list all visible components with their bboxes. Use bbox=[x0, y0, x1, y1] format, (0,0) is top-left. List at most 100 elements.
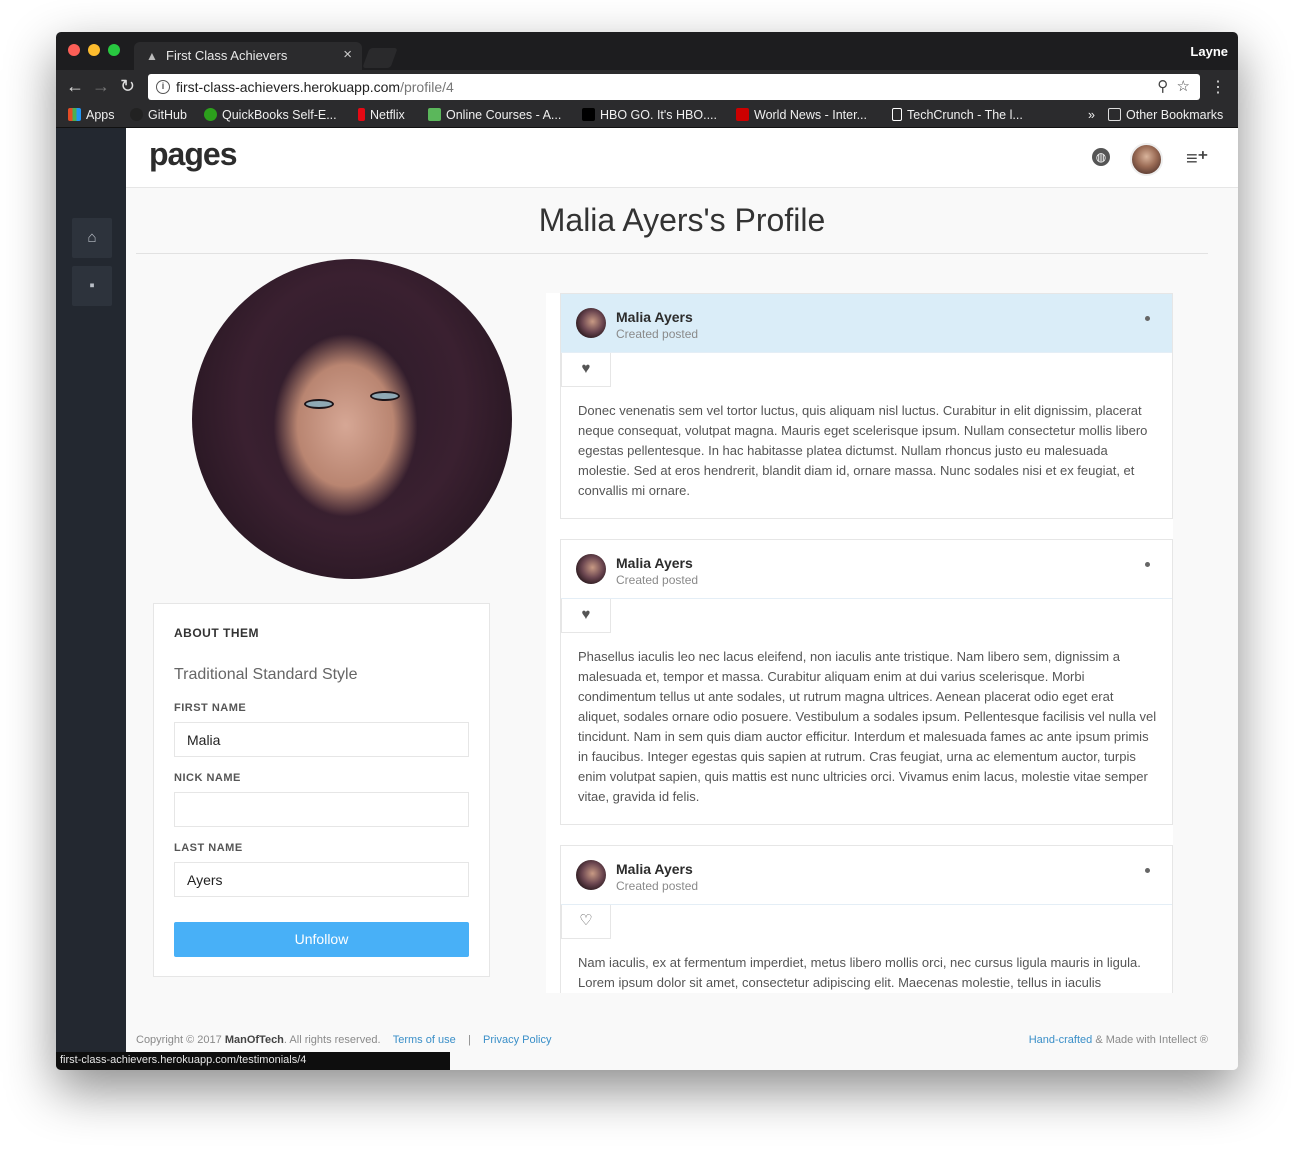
first-name-field[interactable]: Malia bbox=[174, 722, 469, 757]
unfollow-button[interactable]: Unfollow bbox=[174, 922, 469, 957]
post-options-icon[interactable] bbox=[1145, 868, 1150, 873]
about-subtitle: Traditional Standard Style bbox=[174, 666, 358, 683]
bookmark-label: Online Courses - A... bbox=[446, 108, 562, 122]
about-card: ABOUT THEM Traditional Standard Style FI… bbox=[153, 603, 490, 977]
reload-icon[interactable]: ↻ bbox=[120, 77, 135, 95]
tab-title: First Class Achievers bbox=[166, 48, 288, 63]
bookmark-world-news[interactable]: World News - Inter... bbox=[736, 108, 867, 122]
url-text[interactable]: first-class-achievers.herokuapp.com/prof… bbox=[176, 79, 454, 95]
post-feed: Malia Ayers Created posted ♥ Donec venen… bbox=[546, 293, 1173, 993]
star-icon[interactable]: ☆ bbox=[1177, 78, 1190, 95]
bookmark-apps[interactable]: Apps bbox=[68, 108, 115, 122]
omnibox-icons: ⚲ ☆ bbox=[1157, 77, 1190, 95]
post-meta: Created posted bbox=[616, 573, 699, 587]
bookmark-quickbooks[interactable]: QuickBooks Self-E... bbox=[204, 108, 337, 122]
footer-separator: | bbox=[467, 1034, 471, 1046]
paintbrush-icon[interactable]: ⚲ bbox=[1157, 78, 1168, 95]
post-header[interactable]: Malia Ayers Created posted bbox=[561, 294, 1172, 353]
apps-grid-icon bbox=[68, 108, 81, 121]
browser-profile-name[interactable]: Layne bbox=[1190, 44, 1228, 59]
last-name-label: LAST NAME bbox=[174, 842, 243, 854]
post-body: Phasellus iaculis leo nec lacus eleifend… bbox=[578, 649, 1157, 804]
post-meta: Created posted bbox=[616, 879, 699, 893]
bookmark-github[interactable]: GitHub bbox=[130, 108, 187, 122]
github-icon bbox=[130, 108, 143, 121]
new-tab-button[interactable] bbox=[362, 48, 398, 68]
about-heading: ABOUT THEM bbox=[174, 626, 259, 640]
chat-icon[interactable]: ▪ bbox=[72, 266, 112, 306]
address-bar[interactable]: i first-class-achievers.herokuapp.com/pr… bbox=[148, 74, 1200, 100]
bookmark-hbo[interactable]: HBO GO. It's HBO.... bbox=[582, 108, 717, 122]
company-name: ManOfTech bbox=[224, 1034, 284, 1046]
crafted-text: & Made with Intellect ® bbox=[1095, 1034, 1208, 1046]
photo-detail bbox=[370, 391, 400, 401]
heart-icon[interactable]: ♥ bbox=[561, 599, 611, 633]
info-icon[interactable]: i bbox=[156, 80, 170, 94]
bookmark-netflix[interactable]: Netflix bbox=[358, 108, 405, 122]
add-list-icon[interactable]: ≡⁺ bbox=[1186, 146, 1208, 171]
post-header[interactable]: Malia Ayers Created posted bbox=[561, 540, 1172, 599]
browser-toolbar: ← → ↻ i first-class-achievers.herokuapp.… bbox=[56, 70, 1238, 104]
sidebar: ⌂ ▪ bbox=[56, 128, 126, 1070]
bookmark-label: Netflix bbox=[370, 108, 405, 122]
browser-tab[interactable]: ▲ First Class Achievers × bbox=[134, 42, 362, 70]
heart-icon[interactable]: ♥ bbox=[561, 353, 611, 387]
home-icon[interactable]: ⌂ bbox=[72, 218, 112, 258]
minimize-window-button[interactable] bbox=[88, 44, 100, 56]
post-options-icon[interactable] bbox=[1145, 316, 1150, 321]
bookmark-label: GitHub bbox=[148, 108, 187, 122]
avatar[interactable] bbox=[576, 860, 606, 890]
hand-crafted-link[interactable]: Hand-crafted bbox=[1029, 1034, 1093, 1046]
post-author[interactable]: Malia Ayers bbox=[616, 555, 693, 571]
post-author[interactable]: Malia Ayers bbox=[616, 309, 693, 325]
globe-icon[interactable]: ◍ bbox=[1092, 148, 1110, 166]
browser-menu-icon[interactable]: ⋮ bbox=[1210, 77, 1226, 97]
document-icon bbox=[892, 108, 902, 121]
bookmark-label: Other Bookmarks bbox=[1126, 108, 1224, 122]
back-arrow-icon[interactable]: ← bbox=[66, 77, 84, 95]
post-body: Nam iaculis, ex at fermentum imperdiet, … bbox=[578, 955, 1141, 990]
privacy-link[interactable]: Privacy Policy bbox=[483, 1034, 551, 1046]
footer-right: Hand-crafted & Made with Intellect ® bbox=[1029, 1034, 1208, 1046]
url-host: first-class-achievers.herokuapp.com bbox=[176, 79, 401, 95]
copyright: Copyright © 2017 bbox=[136, 1034, 222, 1046]
bookmark-online-courses[interactable]: Online Courses - A... bbox=[428, 108, 561, 122]
profile-photo bbox=[192, 259, 512, 579]
hbo-icon bbox=[582, 108, 595, 121]
nick-name-label: NICK NAME bbox=[174, 772, 241, 784]
bookmark-label: World News - Inter... bbox=[754, 108, 867, 122]
bookmarks-bar: Apps GitHub QuickBooks Self-E... Netflix… bbox=[56, 104, 1238, 128]
netflix-icon bbox=[358, 108, 365, 121]
bookmark-label: Apps bbox=[86, 108, 115, 122]
tab-close-icon[interactable]: × bbox=[343, 46, 352, 63]
app-header: pages ◍ ≡⁺ bbox=[126, 128, 1238, 188]
terms-link[interactable]: Terms of use bbox=[393, 1034, 456, 1046]
status-bar-url: first-class-achievers.herokuapp.com/test… bbox=[56, 1052, 450, 1070]
other-bookmarks[interactable]: Other Bookmarks bbox=[1108, 108, 1223, 122]
post-author[interactable]: Malia Ayers bbox=[616, 861, 693, 877]
folder-icon bbox=[1108, 108, 1121, 121]
avatar[interactable] bbox=[576, 308, 606, 338]
post-options-icon[interactable] bbox=[1145, 562, 1150, 567]
rights-text: . All rights reserved. bbox=[283, 1034, 381, 1046]
footer-left: Copyright © 2017 ManOfTech. All rights r… bbox=[136, 1034, 552, 1046]
close-window-button[interactable] bbox=[68, 44, 80, 56]
heart-outline-icon[interactable]: ♡ bbox=[561, 905, 611, 939]
bookmark-techcrunch[interactable]: TechCrunch - The l... bbox=[892, 108, 1023, 122]
logo[interactable]: pages bbox=[149, 136, 237, 173]
cnn-icon bbox=[736, 108, 749, 121]
forward-arrow-icon[interactable]: → bbox=[92, 77, 110, 95]
bookmark-label: HBO GO. It's HBO.... bbox=[600, 108, 717, 122]
favicon-icon: ▲ bbox=[146, 49, 158, 63]
post-header[interactable]: Malia Ayers Created posted bbox=[561, 846, 1172, 905]
user-avatar[interactable] bbox=[1130, 143, 1163, 176]
maximize-window-button[interactable] bbox=[108, 44, 120, 56]
last-name-field[interactable]: Ayers bbox=[174, 862, 469, 897]
post-card: Malia Ayers Created posted ♥ Donec venen… bbox=[560, 293, 1173, 519]
nick-name-field[interactable] bbox=[174, 792, 469, 827]
avatar[interactable] bbox=[576, 554, 606, 584]
browser-window: ▲ First Class Achievers × Layne ← → ↻ i … bbox=[56, 32, 1238, 1070]
bookmarks-overflow-button[interactable]: » bbox=[1088, 108, 1095, 122]
photo-detail bbox=[304, 399, 334, 409]
post-card: Malia Ayers Created posted ♥ Phasellus i… bbox=[560, 539, 1173, 825]
